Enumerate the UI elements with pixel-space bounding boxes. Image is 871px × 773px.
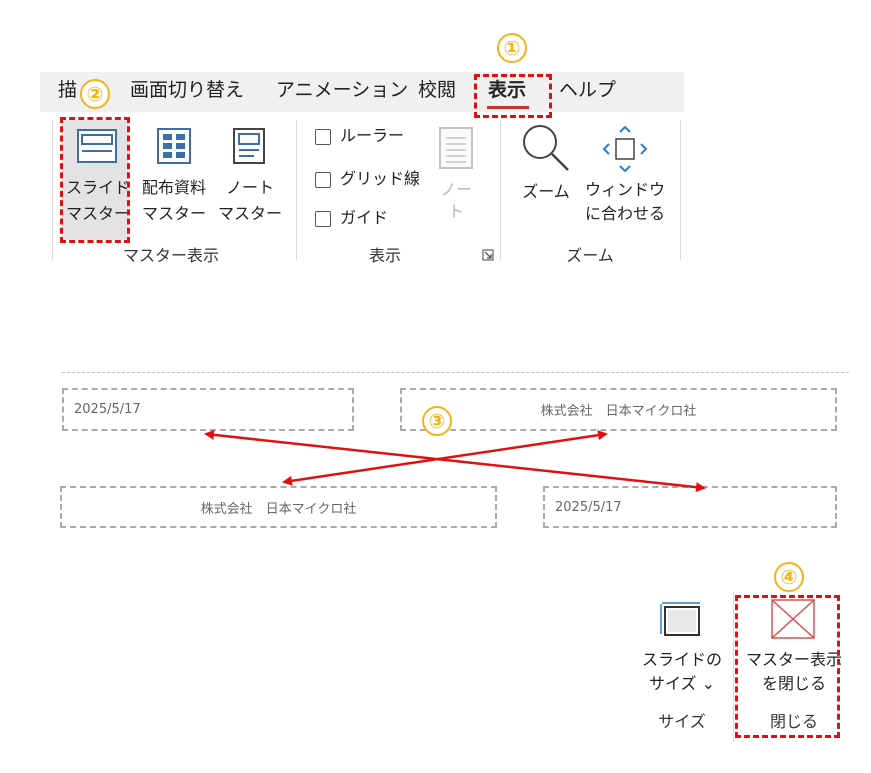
callout-3: ③ — [422, 406, 452, 436]
slide-size-icon[interactable] — [658, 600, 704, 638]
slide-size-label-1[interactable]: スライドの — [640, 648, 724, 672]
callout-4: ④ — [774, 562, 804, 592]
group-separator — [733, 592, 734, 742]
size-group-label: サイズ — [658, 712, 706, 731]
slide-size-label-2[interactable]: サイズ ⌄ — [640, 672, 724, 696]
close-master-highlight — [735, 595, 840, 738]
